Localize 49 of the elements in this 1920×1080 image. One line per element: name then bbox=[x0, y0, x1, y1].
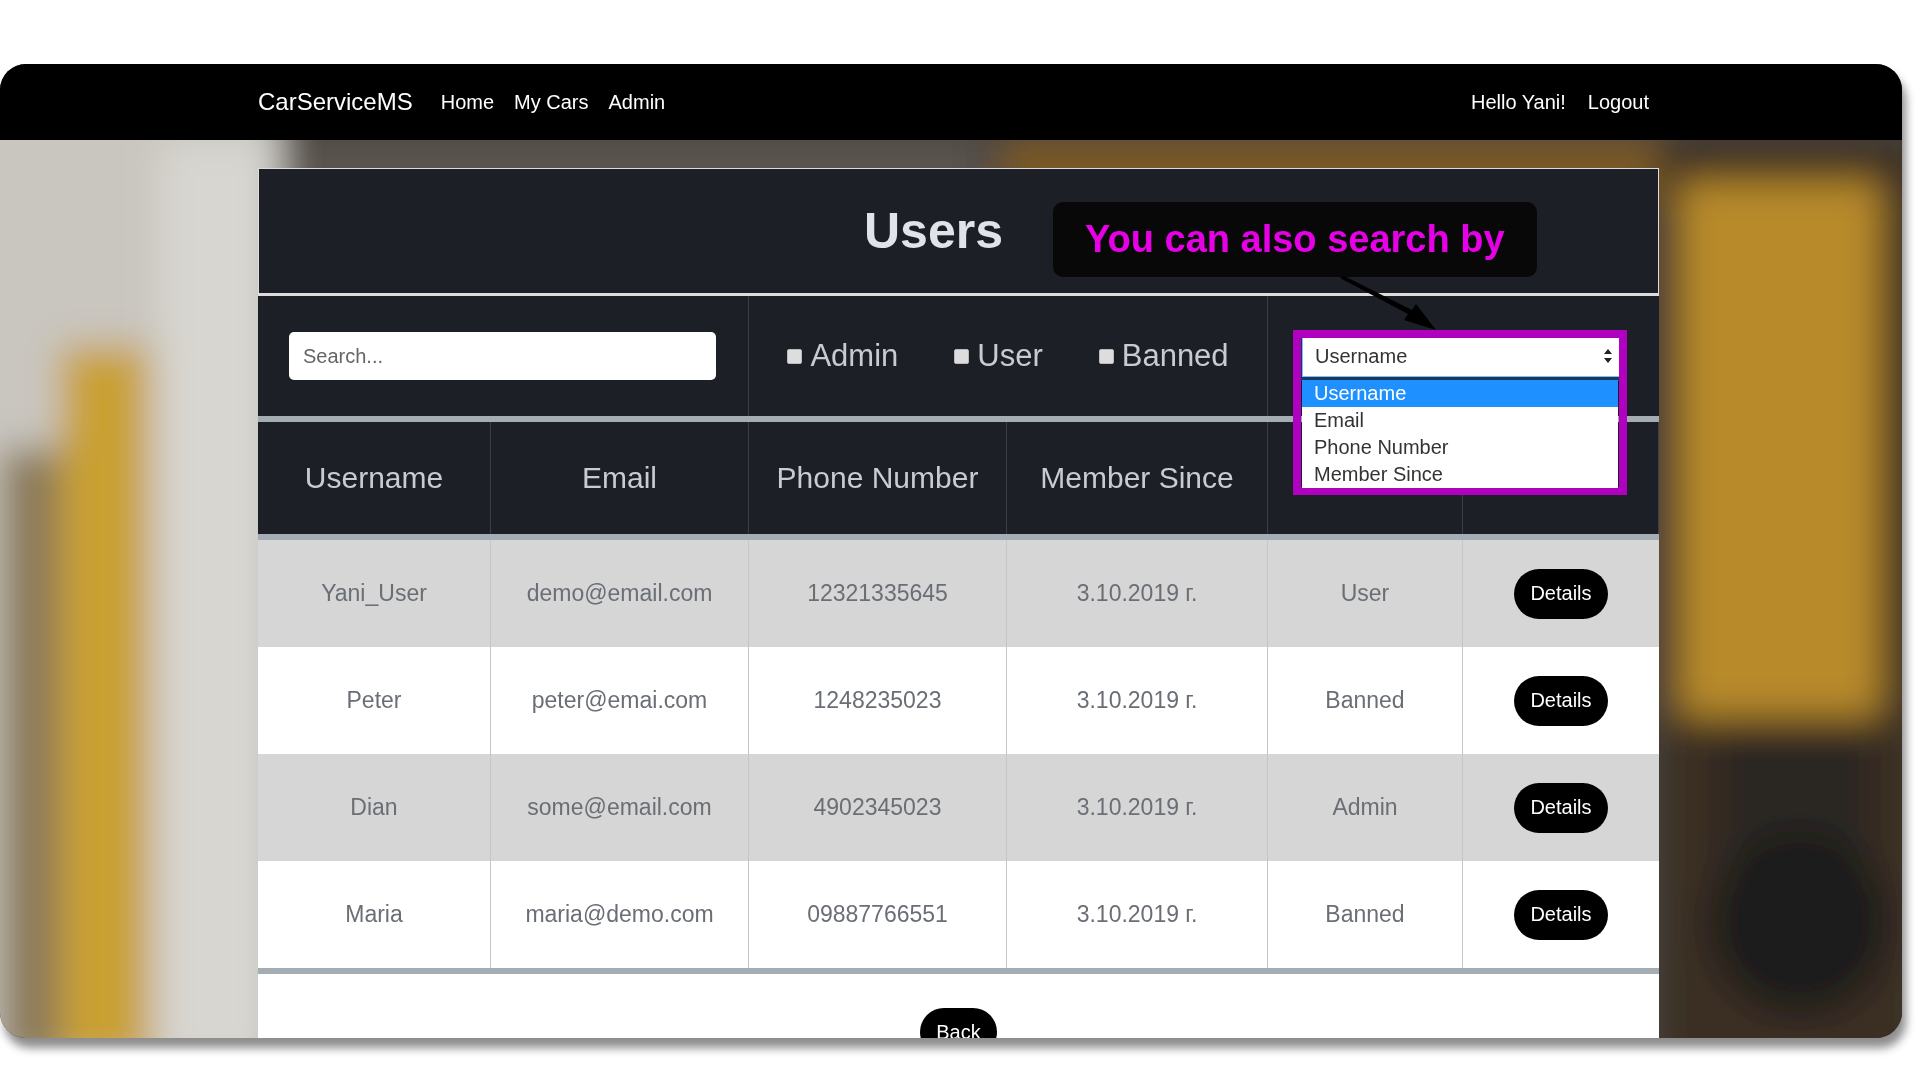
table-cell: Dian bbox=[350, 794, 398, 821]
table-cell: maria@demo.com bbox=[525, 901, 714, 928]
checkbox-label: Banned bbox=[1121, 338, 1229, 374]
table-cell: Peter bbox=[346, 687, 402, 714]
table-cell: 4902345023 bbox=[813, 794, 942, 821]
search-field[interactable]: Search... bbox=[289, 332, 716, 380]
table-cell: Maria bbox=[345, 901, 403, 928]
checkbox[interactable] bbox=[1098, 348, 1114, 364]
table-cell: some@email.com bbox=[527, 794, 712, 821]
table-cell: 3.10.2019 г. bbox=[1076, 580, 1198, 607]
arrow-icon bbox=[1338, 276, 1438, 332]
details-button[interactable]: Details bbox=[1514, 889, 1608, 940]
greeting-text: Hello Yani! bbox=[1470, 90, 1566, 114]
table-cell: 3.10.2019 г. bbox=[1076, 794, 1198, 821]
checkbox[interactable] bbox=[954, 348, 970, 364]
updown-icon bbox=[1603, 348, 1613, 364]
table-cell: 09887766551 bbox=[807, 901, 948, 928]
details-button[interactable]: Details bbox=[1514, 675, 1608, 726]
table-cell: peter@emai.com bbox=[531, 687, 708, 714]
dropdown-option[interactable]: Member Since bbox=[1302, 461, 1618, 488]
table-cell: Yani_User bbox=[321, 580, 427, 607]
column-header: Email bbox=[491, 422, 749, 534]
checkbox-label: Admin bbox=[810, 338, 899, 374]
table-cell: User bbox=[1340, 580, 1390, 607]
dropdown-option[interactable]: Phone Number bbox=[1302, 434, 1618, 461]
table-cell: Banned bbox=[1325, 687, 1405, 714]
table-cell: 3.10.2019 г. bbox=[1076, 901, 1198, 928]
column-header: Member Since bbox=[1007, 422, 1268, 534]
nav-link[interactable]: Home bbox=[440, 90, 495, 114]
nav-link[interactable]: Admin bbox=[608, 90, 666, 114]
column-header: Username bbox=[258, 422, 491, 534]
column-header: Phone Number bbox=[749, 422, 1007, 534]
back-button[interactable]: Back bbox=[920, 1008, 997, 1038]
checkbox-label: User bbox=[977, 338, 1043, 374]
nav-link[interactable]: My Cars bbox=[514, 90, 589, 114]
table-cell: 3.10.2019 г. bbox=[1076, 687, 1198, 714]
table-cell: Admin bbox=[1332, 794, 1398, 821]
logout-link[interactable]: Logout bbox=[1587, 90, 1649, 114]
table-cell: demo@email.com bbox=[526, 580, 713, 607]
table-cell: 1248235023 bbox=[813, 687, 942, 714]
table-cell: 12321335645 bbox=[807, 580, 948, 607]
callout-text: You can also search by bbox=[1053, 202, 1537, 277]
page-title: Users bbox=[864, 202, 1003, 260]
dropdown-option[interactable]: Email bbox=[1302, 407, 1618, 434]
details-button[interactable]: Details bbox=[1514, 568, 1608, 619]
table-cell: Banned bbox=[1325, 901, 1405, 928]
checkbox[interactable] bbox=[787, 348, 803, 364]
details-button[interactable]: Details bbox=[1514, 782, 1608, 833]
brand-link[interactable]: CarServiceMS bbox=[258, 88, 413, 116]
